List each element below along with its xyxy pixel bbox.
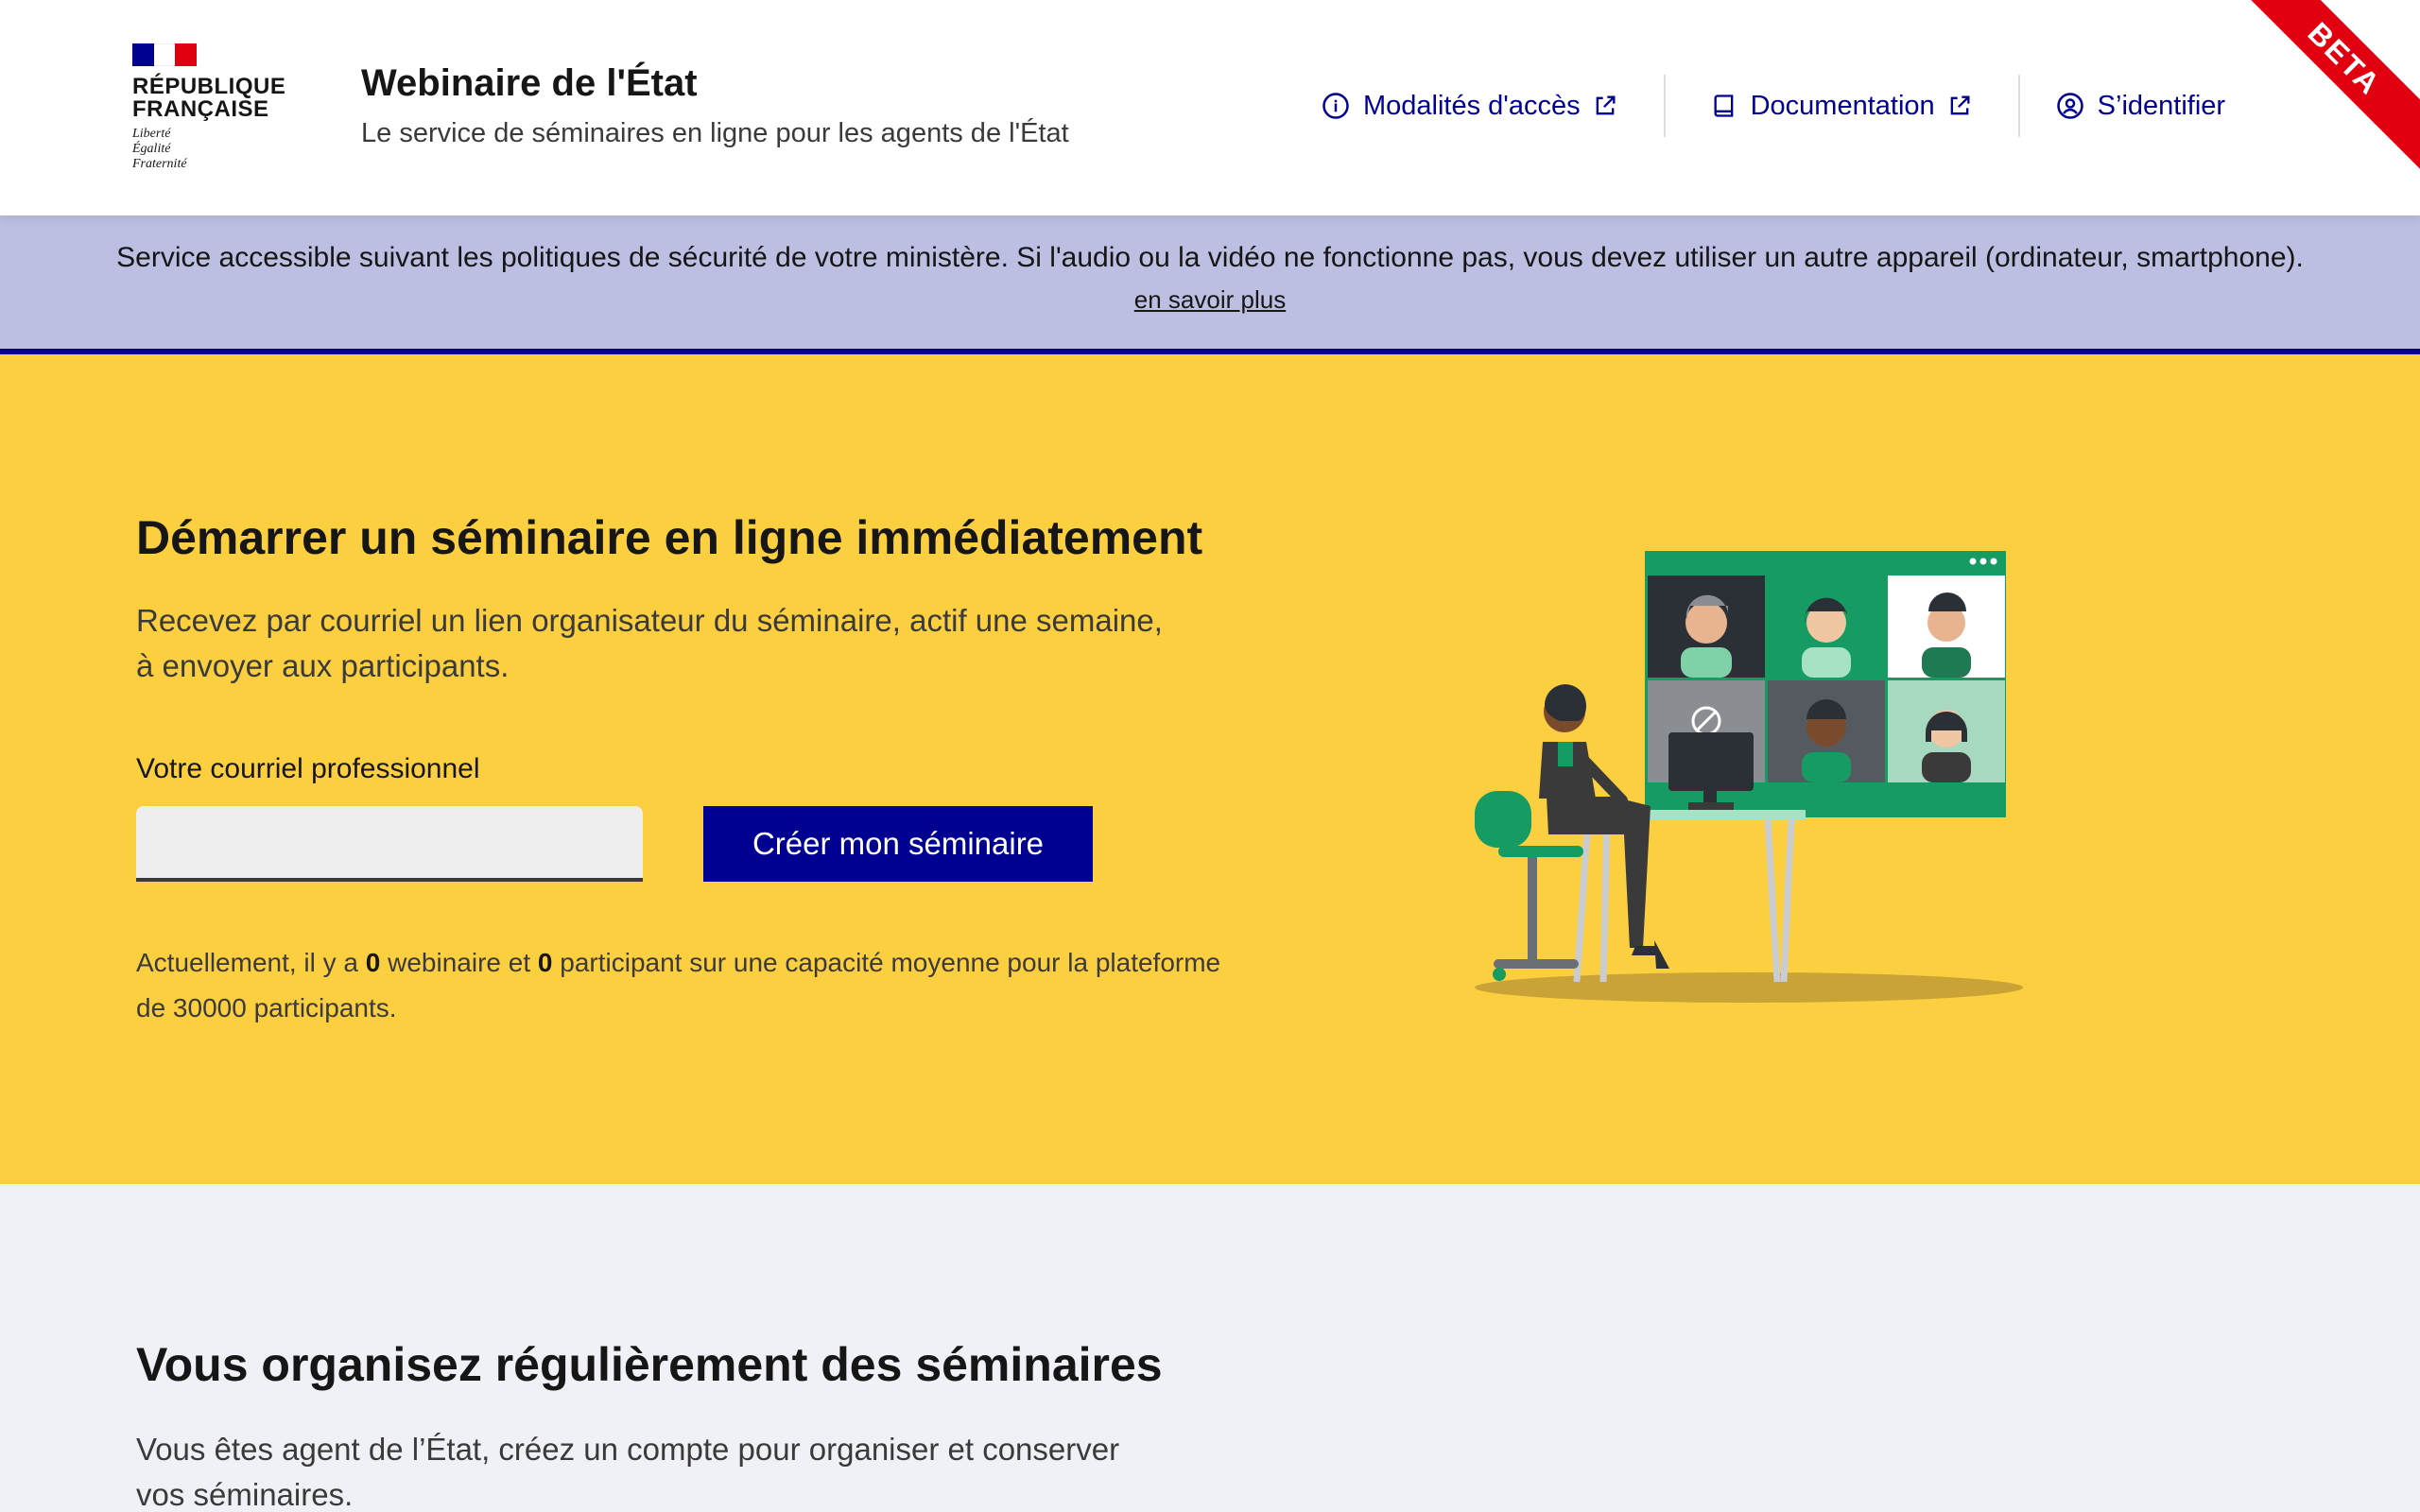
service-tagline: Le service de séminaires en ligne pour l… (361, 118, 1069, 148)
recurring-organizer-section: Vous organisez régulièrement des séminai… (0, 1184, 2420, 1512)
learn-more-link[interactable]: en savoir plus (1134, 285, 1286, 315)
nav-documentation-label: Documentation (1750, 90, 1935, 121)
video-conference-illustration (1475, 551, 2023, 1003)
nav-login-link[interactable]: S’identifier (2056, 77, 2225, 134)
external-link-icon (1592, 93, 1618, 119)
nav-access-link[interactable]: Modalités d'accès (1322, 77, 1618, 134)
hero-title: Démarrer un séminaire en ligne immédiate… (136, 511, 1203, 564)
usage-stats: Actuellement, il y a 0 webinaire et 0 pa… (136, 948, 1221, 1022)
hero-description: Recevez par courriel un lien organisateu… (136, 603, 1163, 683)
user-account-icon (2056, 92, 2084, 120)
hero-section: Démarrer un séminaire en ligne immédiate… (0, 354, 2420, 1184)
external-link-icon (1946, 93, 1973, 119)
logo-motto: Liberté Égalité Fraternité (132, 127, 187, 171)
service-title-block[interactable]: Webinaire de l'État Le service de sémina… (361, 62, 1069, 149)
beta-ribbon: BETA (2226, 0, 2420, 177)
create-seminar-button[interactable]: Créer mon séminaire (703, 806, 1093, 882)
section-description: Vous êtes agent de l’État, créez un comp… (136, 1432, 1120, 1512)
webinar-count: 0 (365, 948, 381, 977)
site-header: RÉPUBLIQUE FRANÇAISE Liberté Égalité Fra… (0, 0, 2420, 215)
logo-text: RÉPUBLIQUE FRANÇAISE (132, 74, 286, 122)
header-nav: Modalités d'accès Documentation S’identi… (1322, 75, 2225, 137)
nav-separator (1663, 75, 1666, 137)
section-title: Vous organisez régulièrement des séminai… (136, 1338, 1163, 1391)
republique-francaise-logo[interactable]: RÉPUBLIQUE FRANÇAISE Liberté Égalité Fra… (132, 43, 286, 172)
notice-text: Service accessible suivant les politique… (116, 242, 2304, 273)
nav-separator (2017, 75, 2020, 137)
email-field-label: Votre courriel professionnel (136, 753, 480, 784)
service-title: Webinaire de l'État (361, 62, 698, 104)
participant-count: 0 (537, 948, 553, 977)
nav-login-label: S’identifier (2097, 90, 2226, 121)
security-notice-banner: Service accessible suivant les politique… (0, 215, 2420, 354)
book-icon (1711, 93, 1737, 119)
nav-documentation-link[interactable]: Documentation (1711, 77, 1973, 134)
french-flag-icon (132, 43, 198, 66)
email-field[interactable] (136, 806, 643, 882)
nav-access-label: Modalités d'accès (1363, 90, 1581, 121)
info-icon (1322, 92, 1350, 120)
